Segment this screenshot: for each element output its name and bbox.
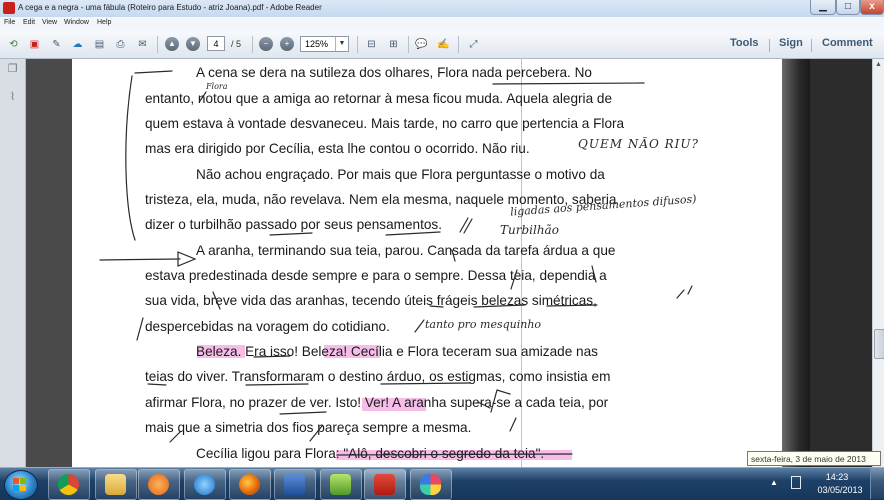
games-icon: games-app (330, 474, 351, 495)
toolbar: ⟲ ▣ ✎ ☁ ▤ ⎙ ✉ ▲ ▼ 4 / 5 − + 125% ▼ ⊟ ⊞ 💬… (0, 31, 884, 59)
handwritten-note: QUEM NÃO RIU? (578, 137, 699, 151)
tools-link[interactable]: Tools (730, 37, 759, 49)
taskbar-app[interactable]: file-explorer-app (95, 469, 137, 500)
attachment-icon[interactable]: ⌇ (6, 91, 19, 104)
taskbar-app[interactable]: media-player-app (138, 469, 180, 500)
document-line: despercebidas na voragem do cotidiano. (145, 319, 390, 334)
taskbar-app[interactable]: firefox-app (229, 469, 271, 500)
handwritten-note: tanto pro mesquinho (425, 318, 542, 331)
menu-window[interactable]: Window (64, 19, 89, 26)
document-line: A cena se dera na sutileza dos olhares, … (196, 65, 592, 80)
minimize-button[interactable]: ▁ (810, 0, 836, 15)
toolbar-divider (458, 36, 459, 53)
date-tooltip: sexta-feira, 3 de maio de 2013 (747, 451, 881, 466)
document-line: afirmar Flora, no prazer de ver. Isto! V… (145, 395, 609, 410)
adobe-reader-icon: adobe-reader-app (374, 474, 395, 495)
comment-link[interactable]: Comment (822, 37, 873, 49)
edit-icon[interactable]: ✎ (49, 37, 64, 52)
sign-link[interactable]: Sign (779, 37, 803, 49)
fit-width-icon[interactable]: ⊞ (386, 37, 401, 52)
document-line: mais que a simetria dos fios pareça semp… (145, 420, 472, 435)
previous-page-button[interactable]: ▲ (165, 37, 179, 51)
link-divider (769, 39, 770, 52)
firefox-icon: firefox-app (239, 474, 260, 495)
adobe-reader-icon (3, 2, 15, 14)
start-button[interactable] (4, 470, 38, 500)
next-page-button[interactable]: ▼ (186, 37, 200, 51)
taskbar-app[interactable]: word-app (274, 469, 316, 500)
email-icon[interactable]: ✉ (135, 37, 150, 52)
document-line: entanto, notou que a amiga ao retornar à… (145, 91, 613, 106)
menu-bar: File Edit View Window Help (0, 17, 884, 32)
taskbar-app[interactable]: games-app (320, 469, 362, 500)
save-icon[interactable]: ▤ (92, 37, 107, 52)
zoom-in-button[interactable]: + (280, 37, 294, 51)
print-icon[interactable]: ⎙ (113, 37, 128, 52)
taskbar-app[interactable]: google-chrome-app (48, 469, 90, 500)
document-line: teias do viver. Transformaram o destino … (145, 369, 611, 384)
toolbar-divider (252, 36, 253, 53)
comment-icon[interactable]: 💬 (414, 37, 429, 52)
scan-dark-edge (782, 59, 810, 467)
document-line: estava predestinada desde sempre e para … (145, 268, 607, 283)
taskbar: google-chrome-app file-explorer-app medi… (0, 467, 884, 500)
pages-icon[interactable]: ❐ (6, 63, 19, 76)
title-bar: A cega e a negra - uma fábula (Roteiro p… (0, 0, 884, 18)
document-line: Beleza. Era isso! Beleza! Cecília e Flor… (196, 344, 598, 359)
zoom-value: 125% (305, 39, 329, 49)
internet-explorer-icon: internet-explorer-app (194, 474, 215, 495)
highlight-icon[interactable]: ✍ (436, 37, 451, 52)
document-line: sua vida, breve vida das aranhas, tecend… (145, 293, 597, 308)
menu-view[interactable]: View (42, 19, 57, 26)
document-line: Não achou engraçado. Por mais que Flora … (196, 167, 605, 182)
clock-time[interactable]: 14:23 (812, 472, 862, 482)
document-line: Cecília ligou para Flora: "Alô, descobri… (196, 446, 545, 461)
menu-edit[interactable]: Edit (23, 19, 35, 26)
toolbar-divider (357, 36, 358, 53)
handwritten-note: Flora (206, 82, 228, 91)
document-line: dizer o turbilhão passado por seus pensa… (145, 217, 442, 232)
chevron-down-icon: ▼ (335, 37, 348, 51)
scrollbar-thumb[interactable] (874, 329, 884, 359)
document-line: A aranha, terminando sua teia, parou. Ca… (196, 243, 616, 258)
handwritten-note: Turbilhão (500, 223, 559, 237)
vertical-scrollbar[interactable]: ▲ ▼ (872, 59, 884, 467)
zoom-out-button[interactable]: − (259, 37, 273, 51)
show-desktop-button[interactable] (870, 468, 884, 499)
page-number-input[interactable]: 4 (207, 36, 225, 51)
clock-date[interactable]: 03/05/2013 (812, 485, 868, 495)
taskbar-app[interactable]: paint-app (410, 469, 452, 500)
create-pdf-icon[interactable]: ⟲ (6, 37, 21, 52)
window-title: A cega e a negra - uma fábula (Roteiro p… (18, 3, 322, 12)
page-total: / 5 (231, 39, 242, 49)
toolbar-divider (157, 36, 158, 53)
zoom-select[interactable]: 125% ▼ (300, 36, 349, 52)
scan-dark-border (810, 59, 872, 467)
menu-file[interactable]: File (4, 19, 15, 26)
fit-page-icon[interactable]: ⊟ (364, 37, 379, 52)
tray-expand-icon[interactable]: ▲ (770, 478, 778, 487)
menu-help[interactable]: Help (97, 19, 111, 26)
windows-logo-icon (13, 478, 26, 491)
document-line: quem estava à vontade desvaneceu. Mais t… (145, 116, 625, 131)
navigation-pane: ❐ ⌇ (0, 59, 26, 467)
media-player-icon: media-player-app (148, 474, 169, 495)
tray-device-icon[interactable] (791, 476, 801, 489)
folder-icon: file-explorer-app (105, 474, 126, 495)
chrome-icon: google-chrome-app (58, 474, 79, 495)
maximize-button[interactable]: □ (836, 0, 860, 15)
scroll-up-icon[interactable]: ▲ (875, 61, 882, 68)
toolbar-divider (408, 36, 409, 53)
taskbar-app[interactable]: internet-explorer-app (184, 469, 226, 500)
taskbar-app-active[interactable]: adobe-reader-app (364, 469, 406, 500)
paint-icon: paint-app (420, 474, 441, 495)
word-icon: word-app (284, 474, 305, 495)
expand-icon[interactable]: ⤢ (466, 37, 481, 52)
cloud-icon[interactable]: ☁ (70, 37, 85, 52)
pdf-file-icon[interactable]: ▣ (27, 37, 42, 52)
close-button[interactable]: x (860, 0, 884, 15)
link-divider (811, 39, 812, 52)
